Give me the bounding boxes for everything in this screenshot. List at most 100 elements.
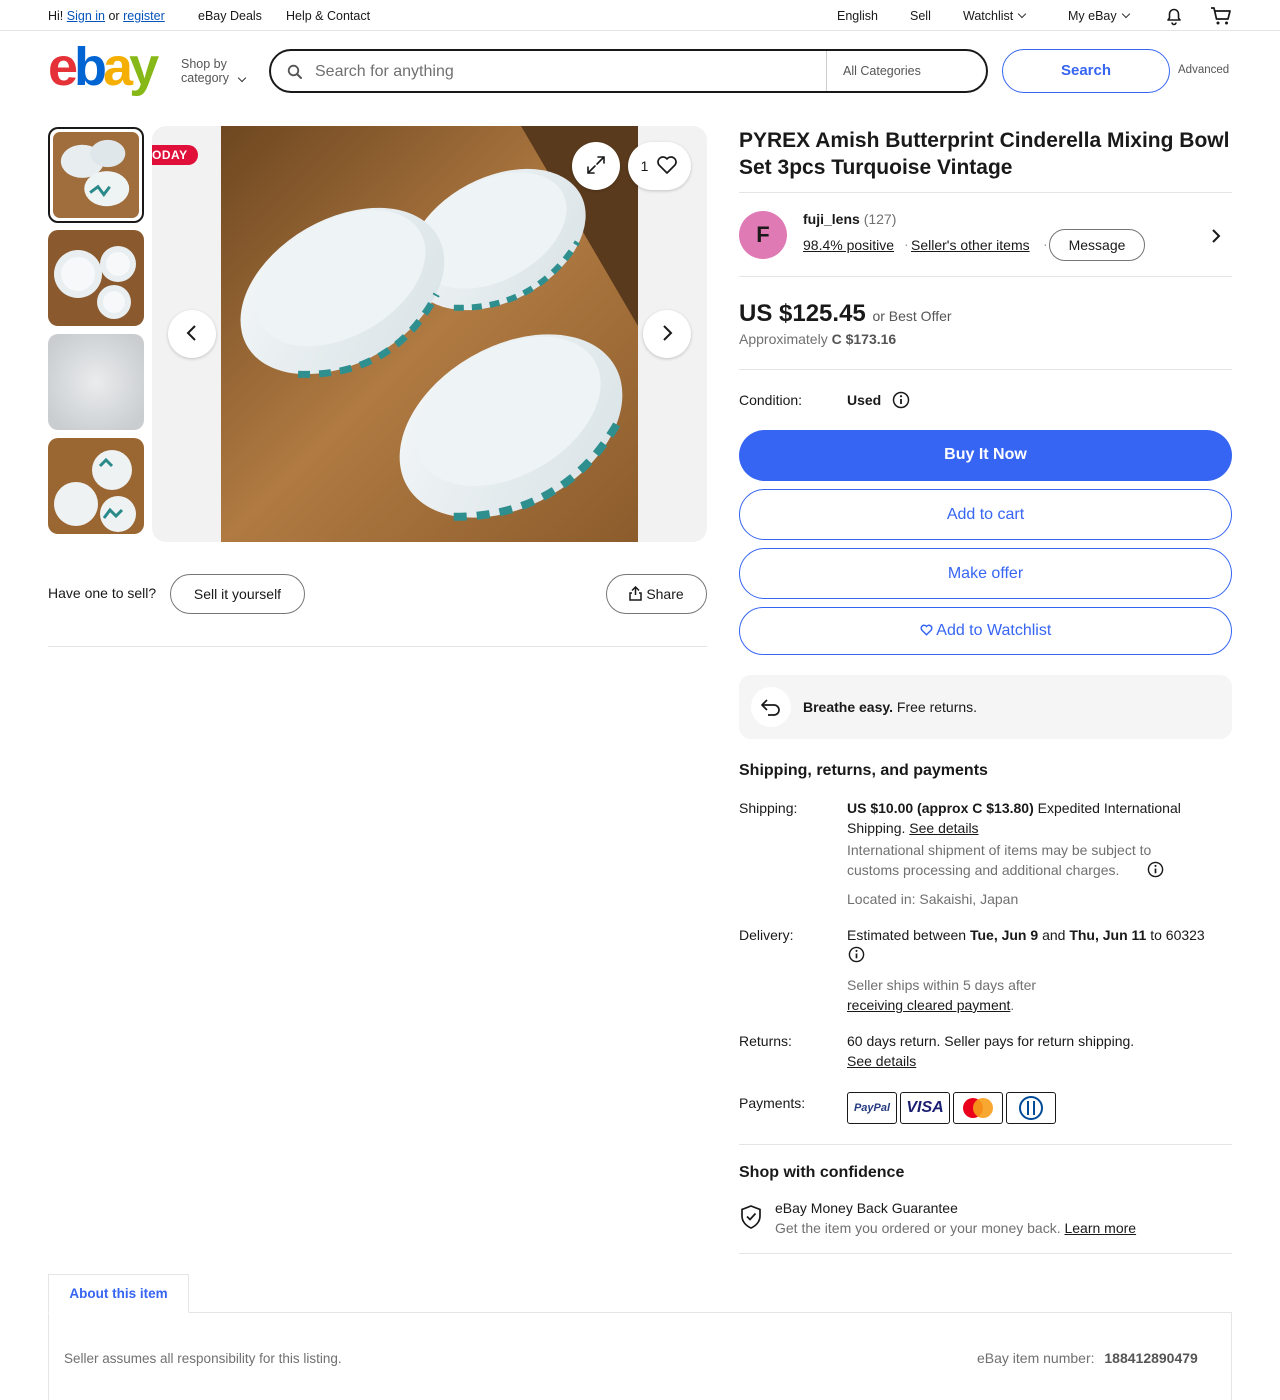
my-ebay-label: My eBay: [1068, 9, 1117, 23]
item-number: eBay item number: 188412890479: [977, 1350, 1198, 1366]
seller-avatar[interactable]: F: [739, 211, 787, 259]
expand-icon: [585, 154, 607, 179]
chevron-down-icon: [1121, 9, 1130, 19]
handling-note: Seller ships within 5 days after receivi…: [847, 975, 1232, 1015]
bell-icon[interactable]: [1164, 6, 1184, 29]
info-icon[interactable]: [848, 946, 865, 966]
visa-icon: VISA: [900, 1092, 950, 1124]
item-number-value: 188412890479: [1104, 1350, 1198, 1366]
delivery-value: Estimated between Tue, Jun 9 and Thu, Ju…: [847, 925, 1232, 945]
item-price: US $125.45 or Best Offer: [739, 300, 952, 328]
info-icon[interactable]: [1147, 861, 1164, 881]
search-bar[interactable]: Search for anything All Categories: [269, 49, 988, 93]
item-number-label: eBay item number:: [977, 1350, 1095, 1366]
share-button[interactable]: Share: [606, 574, 707, 614]
thumbnail-4[interactable]: [48, 438, 144, 534]
chevron-right-icon[interactable]: [1210, 228, 1222, 247]
sell-question: Have one to sell?: [48, 585, 157, 601]
share-icon: [629, 577, 643, 615]
search-button[interactable]: Search: [1002, 49, 1170, 93]
return-arrow-icon: [751, 687, 791, 727]
returns-label: Returns:: [739, 1033, 792, 1049]
heart-icon: [920, 609, 933, 655]
watchlist-label: Watchlist: [963, 9, 1014, 23]
shipping-label: Shipping:: [739, 800, 798, 816]
delivery-zip: to 60323: [1150, 927, 1205, 943]
register-link[interactable]: register: [123, 9, 165, 23]
seller-name[interactable]: fuji_lens: [803, 211, 860, 227]
message-seller-button[interactable]: Message: [1049, 229, 1145, 261]
bowls-bottom-view: [48, 438, 144, 534]
watch-button[interactable]: 1: [628, 142, 691, 190]
shop-by-category[interactable]: Shop by category: [181, 57, 229, 85]
my-ebay-menu[interactable]: My eBay: [1068, 9, 1130, 23]
visa-text: VISA: [906, 1099, 944, 1116]
watch-count: 1: [640, 158, 649, 174]
separator-dot: ·: [904, 236, 909, 252]
thumbnail-2[interactable]: [48, 230, 144, 326]
cart-icon[interactable]: [1210, 6, 1232, 29]
search-icon: [287, 64, 303, 83]
bowls-top-view: [48, 230, 144, 326]
tab-about-this-item[interactable]: About this item: [48, 1274, 189, 1313]
shop-by-line1: Shop by: [181, 57, 227, 71]
advanced-search-link[interactable]: Advanced: [1178, 64, 1229, 76]
shipping-value: US $10.00 (approx C $13.80) Expedited In…: [847, 798, 1232, 838]
sell-link[interactable]: Sell: [910, 9, 931, 23]
info-icon[interactable]: [892, 391, 910, 412]
logo-b: b: [74, 37, 107, 97]
bowl-closeup: [48, 334, 144, 430]
shipping-cost: US $10.00 (approx C $13.80): [847, 800, 1034, 816]
separator-dot: ·: [1043, 236, 1048, 252]
help-contact-link[interactable]: Help & Contact: [286, 9, 370, 23]
buy-it-now-button[interactable]: Buy It Now: [739, 430, 1232, 481]
divider: [739, 1253, 1232, 1254]
add-to-watchlist-button[interactable]: Add to Watchlist: [739, 607, 1232, 655]
sign-in-link[interactable]: Sign in: [67, 9, 105, 23]
delivery-and: and: [1042, 927, 1066, 943]
returns-policy-text: 60 days return. Seller pays for return s…: [847, 1033, 1135, 1049]
main-image[interactable]: ODAY 1: [152, 126, 707, 542]
sell-it-yourself-button[interactable]: Sell it yourself: [170, 574, 305, 614]
chevron-down-icon: [1018, 9, 1027, 19]
returns-message: Breathe easy. Free returns.: [803, 699, 977, 715]
thumbnail-1[interactable]: [48, 127, 144, 223]
deals-link[interactable]: eBay Deals: [198, 9, 262, 23]
divider: [739, 192, 1232, 193]
seller-other-items-link[interactable]: Seller's other items: [911, 237, 1030, 253]
seller-positive-link[interactable]: 98.4% positive: [803, 237, 894, 253]
cleared-payment-link[interactable]: receiving cleared payment: [847, 997, 1010, 1013]
logo-a: a: [103, 37, 133, 97]
add-to-cart-button[interactable]: Add to cart: [739, 489, 1232, 540]
international-note: International shipment of items may be s…: [847, 840, 1187, 880]
condition-label: Condition:: [739, 392, 803, 408]
seller-responsibility-note: Seller assumes all responsibility for th…: [64, 1351, 342, 1366]
divider: [739, 276, 1232, 277]
category-select[interactable]: All Categories: [826, 51, 986, 91]
returns-see-details-link[interactable]: See details: [847, 1053, 916, 1069]
ebay-logo[interactable]: ebay: [48, 40, 159, 94]
language-selector[interactable]: English: [837, 9, 878, 23]
previous-image-button[interactable]: [168, 310, 216, 358]
make-offer-button[interactable]: Make offer: [739, 548, 1232, 599]
money-back-guarantee: eBay Money Back Guarantee Get the item y…: [775, 1198, 1136, 1238]
guarantee-title: eBay Money Back Guarantee: [775, 1200, 958, 1216]
expand-button[interactable]: [572, 142, 620, 190]
greeting-text: Hi!: [48, 9, 64, 23]
watchlist-menu[interactable]: Watchlist: [963, 9, 1027, 23]
shipping-see-details-link[interactable]: See details: [909, 820, 978, 836]
shipping-heading: Shipping, returns, and payments: [739, 762, 988, 779]
guarantee-text: Get the item you ordered or your money b…: [775, 1220, 1061, 1236]
thumbnail-3[interactable]: [48, 334, 144, 430]
search-input[interactable]: Search for anything: [315, 63, 454, 81]
learn-more-link[interactable]: Learn more: [1064, 1220, 1136, 1236]
condition-value: Used: [847, 392, 882, 408]
diners-club-icon: [1006, 1092, 1056, 1124]
bowls-thumbnail: [53, 132, 139, 218]
approx-price: Approximately C $173.16: [739, 331, 896, 347]
logo-e: e: [48, 37, 78, 97]
top-bar: Hi! Sign in or register eBay Deals Help …: [0, 0, 1280, 31]
next-image-button[interactable]: [643, 310, 691, 358]
approx-label: Approximately: [739, 331, 828, 347]
share-label: Share: [646, 586, 684, 602]
